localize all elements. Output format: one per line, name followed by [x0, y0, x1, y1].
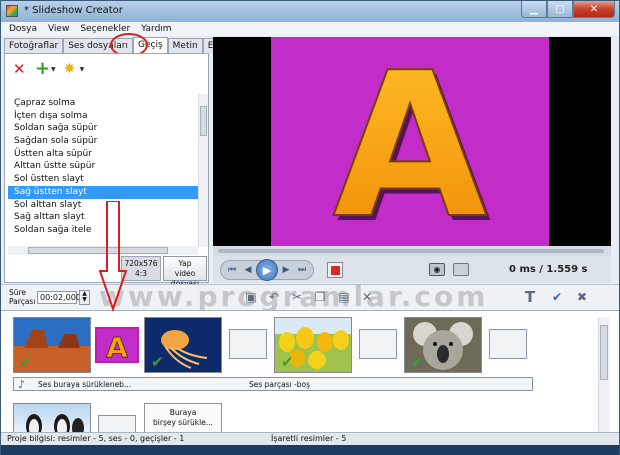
list-item[interactable]: Sol üstten slayt [8, 173, 198, 186]
time-readout: 0 ms / 1.559 s [509, 264, 588, 275]
transition-letter: A [106, 331, 128, 361]
list-item[interactable]: Sağdan sola süpür [8, 135, 198, 148]
menu-dosya[interactable]: Dosya [9, 22, 37, 36]
playback-controls: ⏮ ◀ ▶ ▶ ⏭ ◉ 0 ms / 1.559 s [213, 256, 611, 283]
app-icon [6, 5, 18, 17]
slide-thumbnail[interactable] [13, 403, 91, 433]
scroll-thumb[interactable] [600, 325, 608, 380]
project-info: Proje bilgisi: resimler - 5, ses - 0, ge… [7, 434, 185, 443]
slide-check-icon: ✔ [411, 353, 424, 371]
time-current: 0 ms [509, 264, 536, 275]
menu-yardim[interactable]: Yardım [141, 22, 171, 36]
menu-view[interactable]: View [48, 22, 69, 36]
preview-letter: A [333, 37, 488, 246]
music-note-icon: ♪ [18, 378, 26, 391]
audio-empty-label: Ses parçası -boş [249, 380, 310, 389]
timeline-vertical-scrollbar[interactable] [598, 317, 609, 433]
drop-line1: Buraya [169, 408, 197, 417]
tab-metin[interactable]: Metin [167, 38, 203, 53]
list-item[interactable]: Çapraz solma [8, 97, 198, 110]
delete-icon[interactable]: ✕ [13, 62, 27, 77]
transition-thumbnail[interactable]: A [95, 327, 139, 365]
minimize-button[interactable]: ▁ [521, 1, 547, 18]
seek-bar[interactable] [213, 246, 611, 256]
preview-letter-graphic: A A [332, 29, 492, 268]
audio-drop-hint: Ses buraya sürükleneb... [38, 380, 132, 389]
duration-label: Süre Parçası [9, 288, 35, 306]
menu-bar: Dosya View Seçenekler Yardım [1, 22, 619, 36]
play-icon[interactable]: ▶ [256, 259, 278, 281]
selected-info: İşaretli resimler - 5 [271, 434, 347, 443]
drop-line2: birşey sürükle... [153, 418, 213, 427]
timeline: ✔ A ✔ ✔ ✔ ♪ Ses buraya sürükleneb... Ses… [1, 310, 619, 433]
preview-area: A A [213, 29, 611, 268]
list-item-selected[interactable]: Sağ üstten slayt [8, 185, 198, 199]
list-item[interactable]: Alttan üstte süpür [8, 160, 198, 173]
list-item[interactable]: Üstten alta süpür [8, 148, 198, 161]
window-title: * Slideshow Creator [24, 5, 123, 16]
window-controls: ▁ ▢ ✕ [521, 1, 615, 19]
duration-label-line1: Süre [9, 288, 27, 297]
step-forward-icon[interactable]: ▶ [278, 262, 294, 278]
effect-dropdown-icon[interactable]: ▼ [80, 66, 85, 73]
make-video-button[interactable]: Yap video dosyası [163, 256, 207, 288]
close-button[interactable]: ✕ [573, 1, 615, 18]
transition-slot[interactable] [98, 415, 136, 433]
tab-fotograflar[interactable]: Fotoğraflar [4, 38, 64, 53]
tools-icon[interactable]: ✖ [575, 290, 589, 304]
watermark-text: www.programlar.com [99, 280, 489, 313]
duration-label-line2: Parçası [9, 297, 36, 306]
make-video-line1: Yap [178, 259, 192, 268]
duration-input[interactable]: 00:02,000 [37, 291, 81, 304]
check-icon[interactable]: ✔ [550, 290, 564, 304]
maximize-button[interactable]: ▢ [547, 1, 573, 18]
taskbar [1, 445, 619, 455]
audio-track[interactable]: ♪ Ses buraya sürükleneb... Ses parçası -… [13, 377, 533, 391]
drop-target[interactable]: Buraya birşey sürükle... [144, 403, 222, 433]
slide-check-icon: ✔ [281, 353, 294, 371]
transition-icon: A [106, 331, 129, 365]
penguins-image [26, 414, 84, 432]
skip-start-icon[interactable]: ⏮ [224, 262, 240, 278]
seek-track[interactable] [218, 249, 604, 253]
time-total: / 1.559 s [539, 264, 588, 275]
skip-end-icon[interactable]: ⏭ [294, 262, 310, 278]
app-window: * Slideshow Creator ▁ ▢ ✕ Dosya View Seç… [0, 0, 620, 455]
duration-stepper[interactable]: ▲ ▼ [79, 290, 90, 305]
transition-toolbar: ✕ + ▼ ✸ ▼ [5, 54, 208, 84]
effect-star-icon[interactable]: ✸ [64, 62, 78, 76]
status-bar: Proje bilgisi: resimler - 5, ses - 0, ge… [1, 432, 619, 445]
snapshot-camera-icon[interactable]: ◉ [429, 263, 445, 276]
transition-slot[interactable] [489, 329, 527, 359]
add-dropdown-icon[interactable]: ▼ [51, 66, 56, 73]
stop-button[interactable] [327, 262, 343, 278]
add-icon[interactable]: + [35, 60, 50, 78]
step-back-icon[interactable]: ◀ [240, 262, 256, 278]
left-tab-bar: Fotoğraflar Ses dosyaları Geçiş Metin Ef… [4, 37, 244, 53]
list-item[interactable]: İçten dışa solma [8, 110, 198, 123]
stop-icon [331, 266, 340, 275]
transport-group: ⏮ ◀ ▶ ▶ ⏭ [220, 259, 314, 281]
list-vertical-scrollbar[interactable] [198, 94, 208, 247]
transition-slot[interactable] [229, 329, 267, 359]
annotation-arrow [98, 201, 128, 313]
scroll-thumb[interactable] [200, 106, 207, 136]
transition-slot[interactable] [359, 329, 397, 359]
slide-check-icon: ✔ [19, 353, 32, 371]
title-bar[interactable]: * Slideshow Creator ▁ ▢ ✕ [1, 1, 619, 22]
list-item[interactable]: Soldan sağa süpür [8, 122, 198, 135]
slide-check-icon: ✔ [151, 353, 164, 371]
preview-canvas: A A [271, 29, 549, 268]
fullscreen-icon[interactable] [453, 263, 469, 276]
